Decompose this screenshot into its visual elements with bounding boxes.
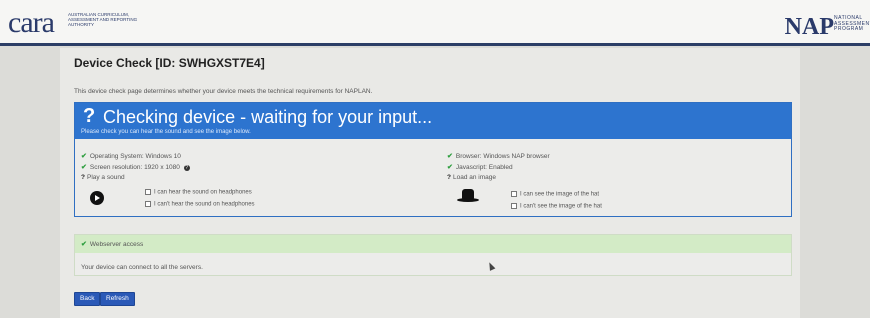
check-icon: ✔ xyxy=(81,153,87,160)
panel-title: Checking device - waiting for your input… xyxy=(103,107,433,127)
os-status: ✔ Operating System: Windows 10 xyxy=(81,153,181,160)
panel-subtitle: Please check you can hear the sound and … xyxy=(81,129,251,135)
load-image-label: ? Load an image xyxy=(447,174,496,181)
sound-no-option[interactable]: I can't hear the sound on headphones xyxy=(145,201,255,208)
nap-logo-subtitle: National Assessment Program xyxy=(834,15,870,32)
image-yes-checkbox[interactable] xyxy=(511,191,517,197)
hat-image-icon xyxy=(457,189,479,203)
acara-logo: cara xyxy=(8,6,55,39)
site-header: cara Australian Curriculum, Assessment a… xyxy=(0,0,870,46)
refresh-button[interactable]: Refresh xyxy=(100,292,135,306)
play-sound-label: ? Play a sound xyxy=(81,174,125,181)
sound-no-checkbox[interactable] xyxy=(145,201,151,207)
acara-logo-subtitle: Australian Curriculum, Assessment and Re… xyxy=(68,12,138,27)
device-check-page: Device Check [ID: SWHGXST7E4] This devic… xyxy=(60,48,800,318)
check-icon: ✔ xyxy=(81,241,87,248)
resolution-status: ✔ Screen resolution: 1920 x 1080 ? xyxy=(81,164,190,171)
check-icon: ✔ xyxy=(81,164,87,171)
panel-header: ? Checking device - waiting for your inp… xyxy=(75,103,791,139)
nap-logo: NAP xyxy=(784,14,834,40)
sound-yes-option[interactable]: I can hear the sound on headphones xyxy=(145,189,252,196)
image-no-checkbox[interactable] xyxy=(511,203,517,209)
device-check-panel: ? Checking device - waiting for your inp… xyxy=(74,102,792,217)
javascript-status: ✔ Javascript: Enabled xyxy=(447,164,513,171)
question-icon: ? xyxy=(447,174,451,181)
browser-status: ✔ Browser: Windows NAP browser xyxy=(447,153,550,160)
play-sound-button[interactable] xyxy=(90,191,104,205)
webserver-status: ✔ Webserver access xyxy=(81,241,144,248)
info-icon[interactable]: ? xyxy=(183,165,190,171)
sound-yes-checkbox[interactable] xyxy=(145,189,151,195)
page-description: This device check page determines whethe… xyxy=(74,88,373,95)
question-icon: ? xyxy=(83,105,96,127)
question-icon: ? xyxy=(81,174,85,181)
webserver-panel: ✔ Webserver access Your device can connec… xyxy=(74,234,792,276)
image-yes-option[interactable]: I can see the image of the hat xyxy=(511,191,599,198)
page-title: Device Check [ID: SWHGXST7E4] xyxy=(74,56,265,70)
webserver-message: Your device can connect to all the serve… xyxy=(81,264,203,271)
webserver-header: ✔ Webserver access xyxy=(75,235,791,253)
check-icon: ✔ xyxy=(447,164,453,171)
image-no-option[interactable]: I can't see the image of the hat xyxy=(511,203,602,210)
back-button[interactable]: Back xyxy=(74,292,101,306)
check-icon: ✔ xyxy=(447,153,453,160)
